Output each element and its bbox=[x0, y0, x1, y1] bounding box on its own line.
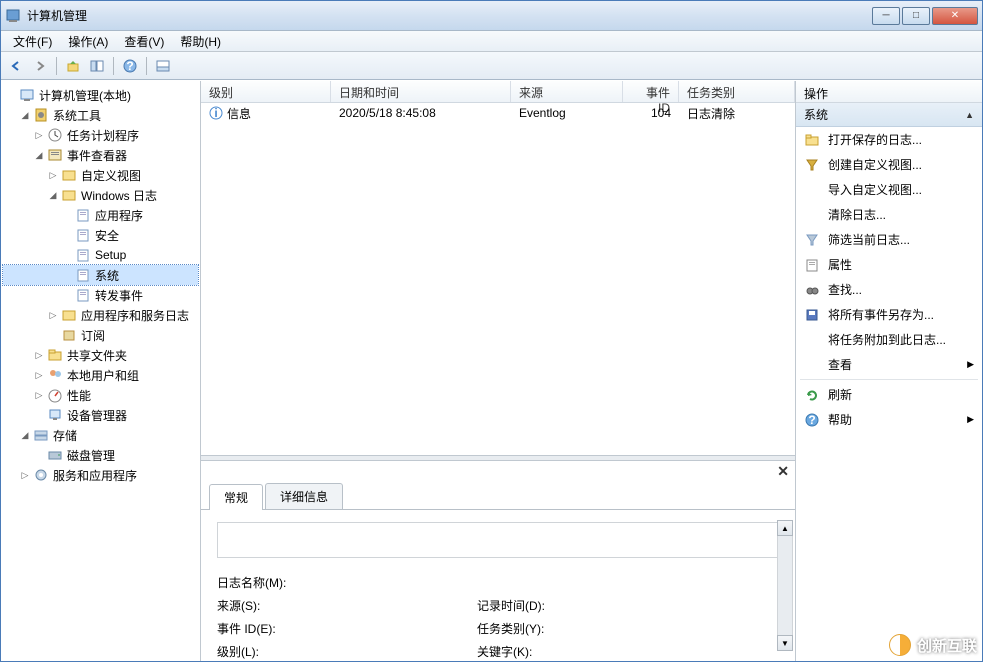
action-filter-current[interactable]: 筛选当前日志... bbox=[796, 227, 982, 252]
help-button[interactable]: ? bbox=[119, 55, 141, 77]
label-keyword: 关键字(K): bbox=[477, 643, 737, 660]
grid-header: 级别 日期和时间 来源 事件 ID 任务类别 bbox=[201, 81, 795, 103]
svg-text:?: ? bbox=[126, 59, 133, 73]
up-button[interactable] bbox=[62, 55, 84, 77]
action-import-custom[interactable]: 导入自定义视图... bbox=[796, 177, 982, 202]
tree-custom-views[interactable]: ▷自定义视图 bbox=[3, 165, 198, 185]
col-datetime[interactable]: 日期和时间 bbox=[331, 81, 511, 102]
tree-log-forwarded[interactable]: 转发事件 bbox=[3, 285, 198, 305]
col-level[interactable]: 级别 bbox=[201, 81, 331, 102]
binoculars-icon bbox=[804, 282, 820, 298]
action-attach-task[interactable]: 将任务附加到此日志... bbox=[796, 327, 982, 352]
label-task-cat: 任务类别(Y): bbox=[477, 620, 737, 637]
tree-task-scheduler[interactable]: ▷任务计划程序 bbox=[3, 125, 198, 145]
action-save-all[interactable]: 将所有事件另存为... bbox=[796, 302, 982, 327]
filter-icon bbox=[804, 232, 820, 248]
info-icon: i bbox=[209, 106, 223, 120]
detail-pane: ✕ 常规 详细信息 日志名称(M): 来源(S):记录时间(D): 事件 ID(… bbox=[201, 461, 795, 661]
menu-action[interactable]: 操作(A) bbox=[60, 31, 116, 52]
nav-tree[interactable]: 计算机管理(本地) ◢系统工具 ▷任务计划程序 ◢事件查看器 ▷自定义视图 ◢W… bbox=[1, 81, 201, 661]
label-record-time: 记录时间(D): bbox=[477, 597, 737, 614]
properties-icon bbox=[804, 257, 820, 273]
tree-local-users[interactable]: ▷本地用户和组 bbox=[3, 365, 198, 385]
preview-button[interactable] bbox=[152, 55, 174, 77]
menu-view[interactable]: 查看(V) bbox=[116, 31, 172, 52]
label-level: 级别(L): bbox=[217, 643, 477, 660]
tree-root[interactable]: 计算机管理(本地) bbox=[3, 85, 198, 105]
label-event-id: 事件 ID(E): bbox=[217, 620, 477, 637]
chevron-right-icon: ▶ bbox=[967, 359, 974, 370]
tree-subscriptions[interactable]: 订阅 bbox=[3, 325, 198, 345]
scroll-up-button[interactable]: ▲ bbox=[777, 520, 793, 536]
action-properties[interactable]: 属性 bbox=[796, 252, 982, 277]
detail-message-box bbox=[217, 522, 779, 558]
col-eventid[interactable]: 事件 ID bbox=[623, 81, 679, 102]
label-source: 来源(S): bbox=[217, 597, 477, 614]
refresh-icon bbox=[804, 387, 820, 403]
funnel-icon bbox=[804, 157, 820, 173]
back-button[interactable] bbox=[5, 55, 27, 77]
show-hide-tree-button[interactable] bbox=[86, 55, 108, 77]
tree-services-apps[interactable]: ▷服务和应用程序 bbox=[3, 465, 198, 485]
action-find[interactable]: 查找... bbox=[796, 277, 982, 302]
tree-storage[interactable]: ◢存储 bbox=[3, 425, 198, 445]
actions-title: 操作 bbox=[796, 81, 982, 103]
close-button[interactable]: ✕ bbox=[932, 7, 978, 25]
scroll-down-button[interactable]: ▼ bbox=[777, 635, 793, 651]
detail-scrollbar[interactable]: ▲ ▼ bbox=[777, 520, 793, 651]
tree-log-system[interactable]: 系统 bbox=[3, 265, 198, 285]
toolbar: ? bbox=[1, 52, 982, 80]
maximize-button[interactable]: □ bbox=[902, 7, 930, 25]
event-grid[interactable]: 级别 日期和时间 来源 事件 ID 任务类别 i信息 2020/5/18 8:4… bbox=[201, 81, 795, 455]
label-log-name: 日志名称(M): bbox=[217, 574, 477, 591]
tree-event-viewer[interactable]: ◢事件查看器 bbox=[3, 145, 198, 165]
help-icon: ? bbox=[804, 412, 820, 428]
action-help[interactable]: ?帮助▶ bbox=[796, 407, 982, 432]
tree-app-service-logs[interactable]: ▷应用程序和服务日志 bbox=[3, 305, 198, 325]
menu-file[interactable]: 文件(F) bbox=[5, 31, 60, 52]
menu-help[interactable]: 帮助(H) bbox=[172, 31, 229, 52]
col-taskcat[interactable]: 任务类别 bbox=[679, 81, 795, 102]
window-title: 计算机管理 bbox=[27, 7, 870, 24]
app-icon bbox=[5, 8, 21, 24]
tree-log-security[interactable]: 安全 bbox=[3, 225, 198, 245]
detail-close-button[interactable]: ✕ bbox=[777, 463, 789, 477]
tab-details[interactable]: 详细信息 bbox=[265, 483, 343, 509]
forward-button[interactable] bbox=[29, 55, 51, 77]
action-create-custom[interactable]: 创建自定义视图... bbox=[796, 152, 982, 177]
collapse-icon: ▲ bbox=[965, 110, 974, 120]
save-icon bbox=[804, 307, 820, 323]
action-clear-log[interactable]: 清除日志... bbox=[796, 202, 982, 227]
actions-section[interactable]: 系统▲ bbox=[796, 103, 982, 127]
tree-log-setup[interactable]: Setup bbox=[3, 245, 198, 265]
grid-row[interactable]: i信息 2020/5/18 8:45:08 Eventlog 104 日志清除 bbox=[201, 103, 795, 123]
titlebar[interactable]: 计算机管理 ─ □ ✕ bbox=[1, 1, 982, 31]
tree-device-manager[interactable]: 设备管理器 bbox=[3, 405, 198, 425]
tree-log-application[interactable]: 应用程序 bbox=[3, 205, 198, 225]
tree-performance[interactable]: ▷性能 bbox=[3, 385, 198, 405]
tab-general[interactable]: 常规 bbox=[209, 484, 263, 510]
tree-disk-mgmt[interactable]: 磁盘管理 bbox=[3, 445, 198, 465]
svg-text:i: i bbox=[214, 106, 217, 120]
svg-text:?: ? bbox=[808, 413, 815, 427]
minimize-button[interactable]: ─ bbox=[872, 7, 900, 25]
tree-shared-folders[interactable]: ▷共享文件夹 bbox=[3, 345, 198, 365]
action-refresh[interactable]: 刷新 bbox=[796, 382, 982, 407]
folder-open-icon bbox=[804, 132, 820, 148]
col-source[interactable]: 来源 bbox=[511, 81, 623, 102]
tree-windows-logs[interactable]: ◢Windows 日志 bbox=[3, 185, 198, 205]
action-view[interactable]: 查看▶ bbox=[796, 352, 982, 377]
menubar: 文件(F) 操作(A) 查看(V) 帮助(H) bbox=[1, 31, 982, 52]
tree-system-tools[interactable]: ◢系统工具 bbox=[3, 105, 198, 125]
actions-pane: 操作 系统▲ 打开保存的日志... 创建自定义视图... 导入自定义视图... … bbox=[796, 81, 982, 661]
chevron-right-icon: ▶ bbox=[967, 414, 974, 425]
action-open-saved[interactable]: 打开保存的日志... bbox=[796, 127, 982, 152]
